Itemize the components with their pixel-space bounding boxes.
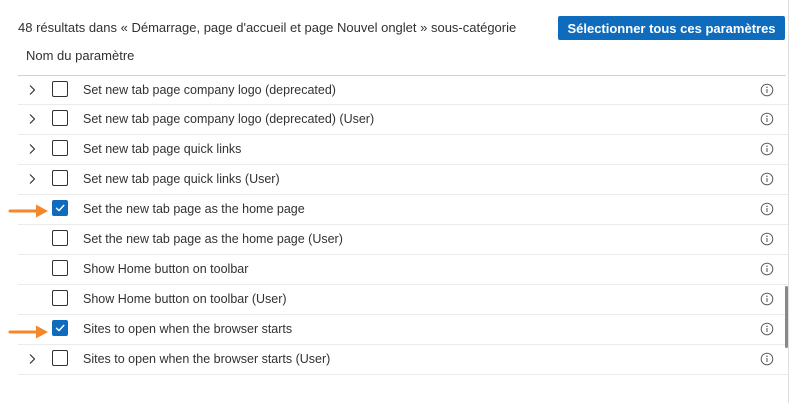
info-icon[interactable]: [760, 292, 774, 306]
setting-checkbox[interactable]: [52, 140, 68, 156]
info-icon[interactable]: [760, 112, 774, 126]
info-icon[interactable]: [760, 172, 774, 186]
setting-checkbox[interactable]: [52, 110, 68, 126]
setting-checkbox[interactable]: [52, 170, 68, 186]
setting-name: Set new tab page quick links: [83, 142, 242, 156]
orange-arrow-icon: [8, 204, 48, 218]
setting-row[interactable]: Show Home button on toolbar: [18, 255, 788, 285]
setting-checkbox[interactable]: [52, 200, 68, 216]
setting-name: Show Home button on toolbar (User): [83, 292, 287, 306]
setting-checkbox[interactable]: [52, 260, 68, 276]
chevron-right-icon[interactable]: [26, 353, 38, 365]
results-count: 48 résultats dans « Démarrage, page d'ac…: [18, 20, 517, 35]
chevron-right-icon[interactable]: [26, 173, 38, 185]
checkmark-icon: [55, 324, 65, 332]
info-icon[interactable]: [760, 352, 774, 366]
setting-name: Set the new tab page as the home page (U…: [83, 232, 343, 246]
panel-right-border: [788, 0, 789, 403]
setting-checkbox[interactable]: [52, 320, 68, 336]
info-icon[interactable]: [760, 262, 774, 276]
info-icon[interactable]: [760, 202, 774, 216]
setting-checkbox[interactable]: [52, 81, 68, 97]
chevron-right-icon[interactable]: [26, 84, 38, 96]
setting-name: Set new tab page company logo (deprecate…: [83, 83, 336, 97]
column-header-setting-name: Nom du paramètre: [26, 48, 135, 63]
info-icon[interactable]: [760, 232, 774, 246]
select-all-button[interactable]: Sélectionner tous ces paramètres: [558, 16, 785, 40]
orange-arrow-icon: [8, 325, 48, 339]
setting-row[interactable]: Set the new tab page as the home page (U…: [18, 225, 788, 255]
setting-name: Set the new tab page as the home page: [83, 202, 305, 216]
setting-name: Sites to open when the browser starts: [83, 322, 293, 336]
setting-checkbox[interactable]: [52, 290, 68, 306]
info-icon[interactable]: [760, 142, 774, 156]
setting-row[interactable]: Show Home button on toolbar (User): [18, 285, 788, 315]
setting-checkbox[interactable]: [52, 230, 68, 246]
checkmark-icon: [55, 204, 65, 212]
chevron-right-icon[interactable]: [26, 113, 38, 125]
settings-list: Set new tab page company logo (deprecate…: [18, 76, 788, 375]
setting-name: Show Home button on toolbar: [83, 262, 249, 276]
setting-name: Sites to open when the browser starts (U…: [83, 352, 331, 366]
setting-row[interactable]: Set the new tab page as the home page: [18, 195, 788, 225]
setting-row[interactable]: Set new tab page quick links (User): [18, 165, 788, 195]
setting-row[interactable]: Set new tab page quick links: [18, 135, 788, 165]
setting-name: Set new tab page quick links (User): [83, 172, 280, 186]
setting-row[interactable]: Sites to open when the browser starts: [18, 315, 788, 345]
setting-name: Set new tab page company logo (deprecate…: [83, 112, 375, 126]
chevron-right-icon[interactable]: [26, 143, 38, 155]
info-icon[interactable]: [760, 83, 774, 97]
setting-row[interactable]: Set new tab page company logo (deprecate…: [18, 105, 788, 135]
settings-picker-panel: 48 résultats dans « Démarrage, page d'ac…: [0, 0, 800, 403]
info-icon[interactable]: [760, 322, 774, 336]
setting-row[interactable]: Sites to open when the browser starts (U…: [18, 345, 788, 375]
setting-row[interactable]: Set new tab page company logo (deprecate…: [18, 76, 788, 105]
setting-checkbox[interactable]: [52, 350, 68, 366]
